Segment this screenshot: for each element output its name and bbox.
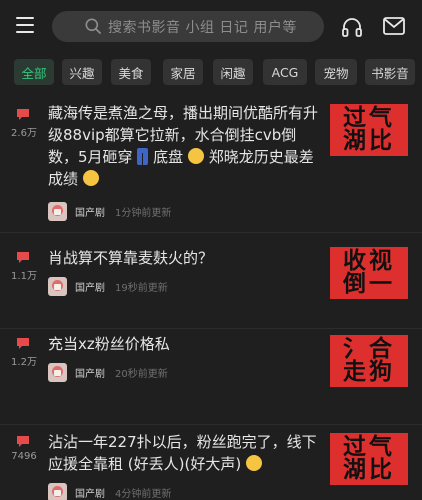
post-title: 充当xz粉丝价格私 — [48, 335, 170, 353]
post-thumbnail[interactable]: 收视 倒一 — [330, 247, 408, 299]
comment-count: 2.6万 — [11, 128, 37, 139]
group-avatar — [48, 363, 67, 382]
comment-icon — [17, 338, 29, 349]
list-item[interactable]: 1.1万 肖战算不算靠麦麸火的？ 国产剧 19秒前更新 收视 倒一 — [0, 233, 422, 329]
comment-icon — [17, 436, 29, 447]
post-thumbnail[interactable]: 过气 湖比 — [330, 433, 408, 485]
jeans-emoji-icon — [137, 148, 149, 165]
shush-emoji-icon — [82, 170, 99, 186]
search-icon — [85, 18, 101, 34]
update-time: 20秒前更新 — [115, 369, 168, 380]
mail-icon[interactable] — [383, 17, 405, 35]
comment-count: 7496 — [11, 451, 37, 462]
post-title: 藏海传是煮渔之母，播出期间优酷所有升级88vip都算它拉新，水合倒挂cvb倒数，… — [48, 104, 319, 188]
blush-emoji-icon — [245, 455, 262, 471]
tab-leisure[interactable]: 闲趣 — [213, 59, 253, 85]
group-avatar — [48, 202, 67, 221]
menu-icon[interactable] — [16, 17, 34, 33]
post-thumbnail[interactable]: 氵合 走狗 — [330, 335, 408, 387]
post-meta: 国产剧 1分钟前更新 — [48, 202, 171, 221]
group-name[interactable]: 国产剧 — [75, 365, 105, 380]
tab-acg[interactable]: ACG — [263, 59, 307, 85]
list-item[interactable]: 2.6万 藏海传是煮渔之母，播出期间优酷所有升级88vip都算它拉新，水合倒挂c… — [0, 96, 422, 233]
post-title: 沾沾一年227扑以后，粉丝跑完了，线下应援全靠租 (好丢人)(好大声) — [48, 433, 317, 473]
update-time: 19秒前更新 — [115, 283, 168, 294]
category-tabs: 全部 兴趣 美食 家居 闲趣 ACG 宠物 书影音 — [0, 56, 422, 88]
tab-all[interactable]: 全部 — [14, 59, 54, 85]
search-input[interactable]: 搜索书影音 小组 日记 用户等 — [52, 11, 324, 42]
headphones-icon[interactable] — [341, 16, 363, 38]
tab-interest[interactable]: 兴趣 — [62, 59, 102, 85]
post-title: 肖战算不算靠麦麸火的？ — [48, 249, 214, 267]
comment-count: 1.1万 — [11, 271, 37, 282]
post-meta: 国产剧 19秒前更新 — [48, 277, 168, 296]
list-item[interactable]: 7496 沾沾一年227扑以后，粉丝跑完了，线下应援全靠租 (好丢人)(好大声)… — [0, 425, 422, 500]
post-meta: 国产剧 4分钟前更新 — [48, 483, 171, 500]
group-name[interactable]: 国产剧 — [75, 279, 105, 294]
list-item[interactable]: 1.2万 充当xz粉丝价格私 国产剧 20秒前更新 氵合 走狗 — [0, 329, 422, 425]
tab-pets[interactable]: 宠物 — [315, 59, 357, 85]
grin-emoji-icon — [187, 148, 204, 164]
group-name[interactable]: 国产剧 — [75, 485, 105, 500]
tab-food[interactable]: 美食 — [111, 59, 151, 85]
comment-icon — [17, 109, 29, 120]
comment-icon — [17, 252, 29, 263]
tab-books-movies-music[interactable]: 书影音 — [365, 59, 415, 85]
feed-list: 2.6万 藏海传是煮渔之母，播出期间优酷所有升级88vip都算它拉新，水合倒挂c… — [0, 96, 422, 500]
update-time: 1分钟前更新 — [115, 208, 172, 219]
comment-count: 1.2万 — [11, 357, 37, 368]
search-placeholder: 搜索书影音 小组 日记 用户等 — [108, 20, 297, 36]
header: 搜索书影音 小组 日记 用户等 — [0, 0, 422, 52]
group-avatar — [48, 483, 67, 500]
post-thumbnail[interactable]: 过气 湖比 — [330, 104, 408, 156]
post-meta: 国产剧 20秒前更新 — [48, 363, 168, 382]
update-time: 4分钟前更新 — [115, 489, 172, 500]
tab-home[interactable]: 家居 — [163, 59, 203, 85]
group-avatar — [48, 277, 67, 296]
group-name[interactable]: 国产剧 — [75, 204, 105, 219]
